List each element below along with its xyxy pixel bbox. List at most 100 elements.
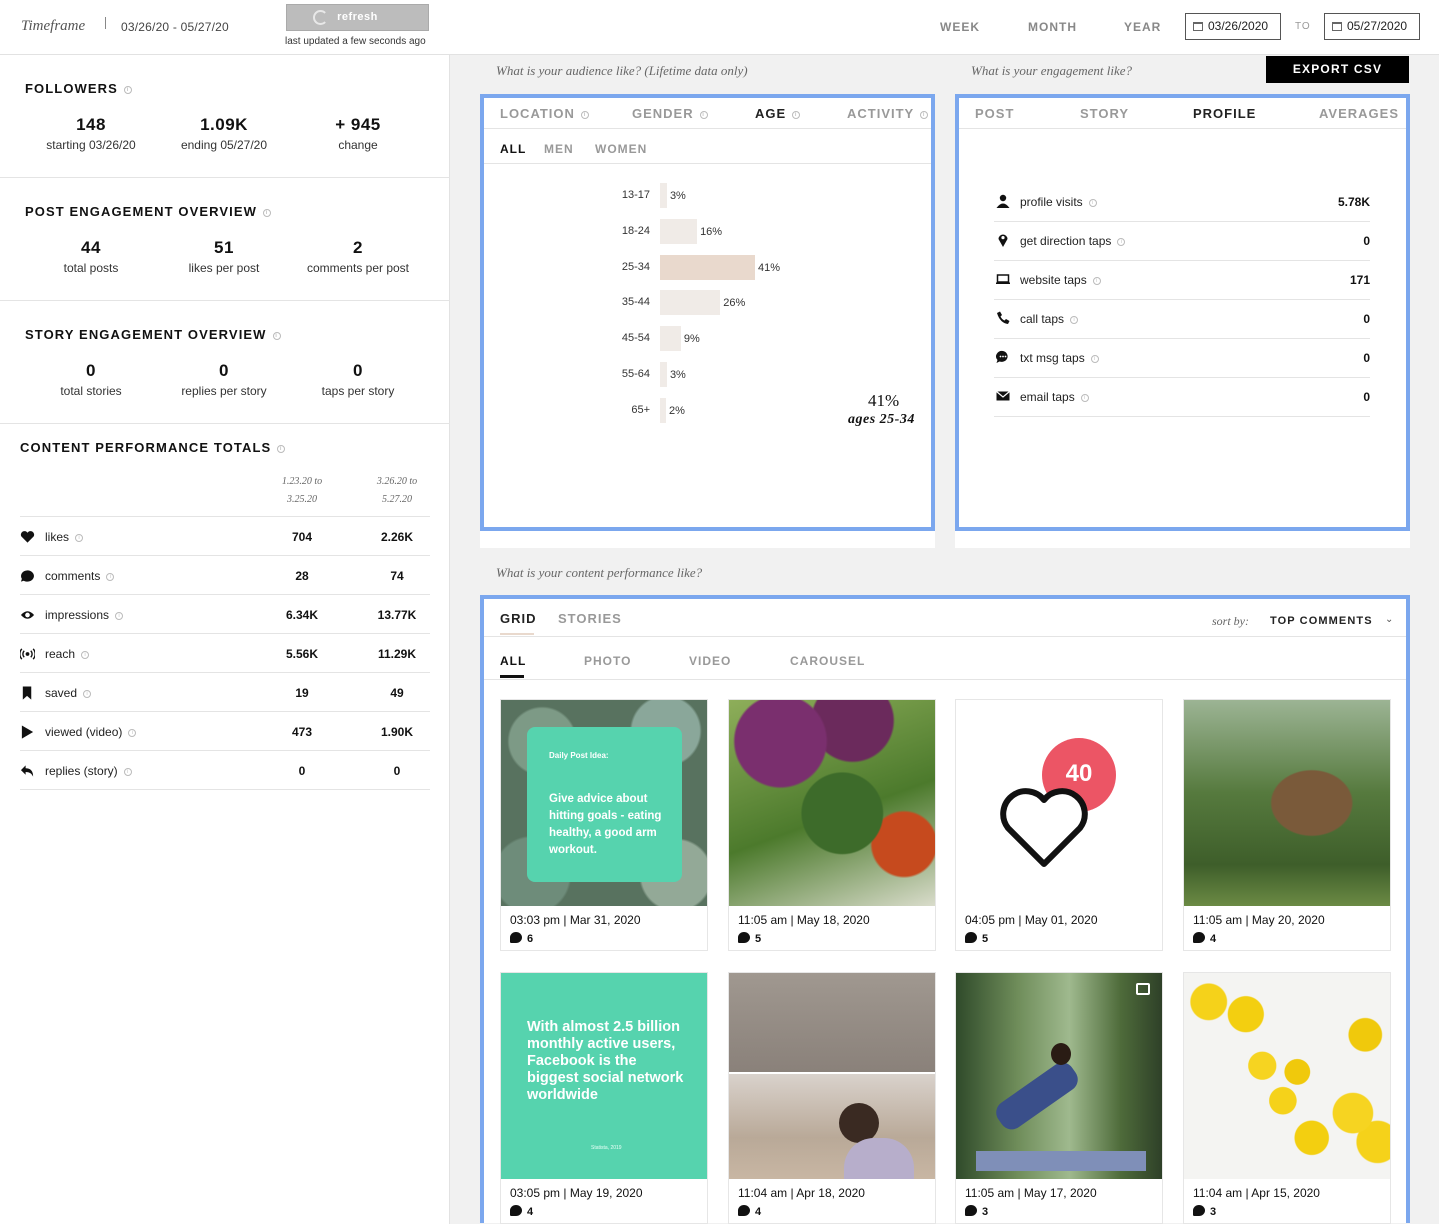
export-csv-button[interactable]: EXPORT CSV <box>1266 56 1409 83</box>
post-image-figure <box>991 1057 1083 1135</box>
total-stories-stat: 0 total stories <box>60 361 122 398</box>
post-card[interactable]: 11:05 am | May 20, 2020 4 <box>1183 699 1391 951</box>
age-bar[interactable] <box>660 183 667 208</box>
post-image-heart: 40 <box>956 700 1162 906</box>
comment-icon <box>510 932 522 943</box>
age-bar[interactable] <box>660 397 666 423</box>
post-image-figure <box>1051 1043 1071 1065</box>
sidebar: FOLLOWERS i 148 starting 03/26/20 1.09K end… <box>0 55 450 1224</box>
post-timestamp: 11:05 am | May 18, 2020 <box>738 913 870 927</box>
value-period-1: 0 <box>298 764 306 778</box>
age-bar[interactable] <box>660 218 698 244</box>
post-timestamp: 04:05 pm | May 01, 2020 <box>965 913 1098 927</box>
replies-per-story-stat: 0 replies per story <box>181 361 267 398</box>
age-bar[interactable] <box>660 326 681 352</box>
post-image-facebook-stat: With almost 2.5 billion monthly active u… <box>501 973 707 1179</box>
post-image-yoga <box>729 973 935 1179</box>
post-comment-count: 5 <box>738 932 761 945</box>
age-bar[interactable] <box>660 362 667 387</box>
sort-dropdown[interactable]: TOP COMMENTS <box>1270 615 1373 627</box>
calendar-icon <box>1332 22 1342 31</box>
info-icon[interactable]: i <box>1088 198 1097 207</box>
info-icon[interactable]: i <box>123 85 132 94</box>
start-date-input[interactable]: 03/26/2020 <box>1185 13 1281 40</box>
refresh-label: refresh <box>337 11 378 23</box>
subtab-men[interactable]: MEN <box>544 142 574 156</box>
info-icon[interactable]: i <box>83 689 92 698</box>
column-header-period-2: 3.26.20 to 5.27.20 <box>376 476 418 505</box>
info-icon[interactable]: i <box>792 110 801 119</box>
info-icon[interactable]: i <box>128 728 137 737</box>
post-card[interactable]: 11:05 am | May 17, 2020 3 <box>955 972 1163 1224</box>
tab-age[interactable]: AGE i <box>755 106 801 121</box>
info-icon[interactable]: i <box>75 533 84 542</box>
info-icon[interactable]: i <box>920 110 929 119</box>
info-icon[interactable]: i <box>1070 315 1079 324</box>
age-bar[interactable] <box>660 254 755 280</box>
info-icon[interactable]: i <box>277 444 286 453</box>
tab-story[interactable]: STORY <box>1080 106 1129 121</box>
age-highlight-label: ages 25-34 <box>848 412 915 427</box>
post-timestamp: 11:04 am | Apr 18, 2020 <box>738 1186 865 1200</box>
info-icon[interactable]: i <box>1117 237 1126 246</box>
refresh-button[interactable]: refresh <box>286 4 429 31</box>
tab-grid[interactable]: GRID <box>500 611 537 626</box>
post-comment-count: 4 <box>738 1205 761 1218</box>
info-icon[interactable]: i <box>81 650 90 659</box>
post-image-lemons <box>1184 973 1390 1179</box>
tab-week[interactable]: WEEK <box>940 20 980 34</box>
tab-year[interactable]: YEAR <box>1124 20 1161 34</box>
comment-icon <box>20 570 34 582</box>
info-icon[interactable]: i <box>106 572 115 581</box>
info-icon[interactable]: i <box>263 208 272 217</box>
post-card[interactable]: 11:04 am | Apr 15, 2020 3 <box>1183 972 1391 1224</box>
info-icon[interactable]: i <box>699 110 708 119</box>
post-image-vegetables <box>729 700 935 906</box>
profile-visits-value: 5.78K <box>1337 195 1370 209</box>
subtab-photo[interactable]: PHOTO <box>584 654 631 668</box>
table-row: saved i 19 49 <box>20 672 430 711</box>
last-updated-text: last updated a few seconds ago <box>285 36 426 47</box>
total-posts-stat: 44 total posts <box>63 238 119 275</box>
post-image-text: Give advice about hitting goals - eating… <box>549 793 662 856</box>
comment-icon <box>738 932 750 943</box>
table-row: replies (story) i 0 0 <box>20 750 430 789</box>
post-card[interactable]: Daily Post Idea: Give advice about hitti… <box>500 699 708 951</box>
tab-location[interactable]: LOCATION i <box>500 106 589 121</box>
tab-stories[interactable]: STORIES <box>558 611 622 626</box>
info-icon[interactable]: i <box>1092 276 1101 285</box>
age-bar-label: 45-54 <box>621 332 650 345</box>
play-icon <box>21 725 34 739</box>
post-card[interactable]: 40 04:05 pm | May 01, 2020 5 <box>955 699 1163 951</box>
tab-post[interactable]: POST <box>975 106 1014 121</box>
start-date-value: 03/26/2020 <box>1208 19 1269 33</box>
tab-averages[interactable]: AVERAGES <box>1319 106 1399 121</box>
post-card[interactable]: With almost 2.5 billion monthly active u… <box>500 972 708 1224</box>
info-icon[interactable]: i <box>1090 354 1099 363</box>
chevron-down-icon[interactable]: ⌄ <box>1385 614 1393 625</box>
subtab-women[interactable]: WOMEN <box>595 142 647 156</box>
subtab-video[interactable]: VIDEO <box>689 654 731 668</box>
info-icon[interactable]: i <box>580 110 589 119</box>
post-card[interactable]: 11:04 am | Apr 18, 2020 4 <box>728 972 936 1224</box>
tab-activity[interactable]: ACTIVITY i <box>847 106 929 121</box>
tab-profile[interactable]: PROFILE <box>1193 106 1256 121</box>
tab-gender[interactable]: GENDER i <box>632 106 708 121</box>
call-taps-value: 0 <box>1363 312 1370 326</box>
info-icon[interactable]: i <box>272 331 281 340</box>
age-bar-value: 26% <box>723 297 746 310</box>
subtab-carousel[interactable]: CAROUSEL <box>790 654 865 668</box>
age-bar[interactable] <box>660 290 721 316</box>
info-icon[interactable]: i <box>115 611 124 620</box>
post-card[interactable]: 11:05 am | May 18, 2020 5 <box>728 699 936 951</box>
post-comment-count: 3 <box>965 1205 988 1218</box>
carousel-icon <box>1136 983 1150 995</box>
table-row: comments i 28 74 <box>20 555 430 594</box>
envelope-icon <box>996 391 1010 401</box>
subtab-all[interactable]: ALL <box>500 142 526 156</box>
end-date-input[interactable]: 05/27/2020 <box>1324 13 1420 40</box>
subtab-all[interactable]: ALL <box>500 654 526 668</box>
info-icon[interactable]: i <box>1080 393 1089 402</box>
tab-month[interactable]: MONTH <box>1028 20 1077 34</box>
info-icon[interactable]: i <box>123 767 132 776</box>
